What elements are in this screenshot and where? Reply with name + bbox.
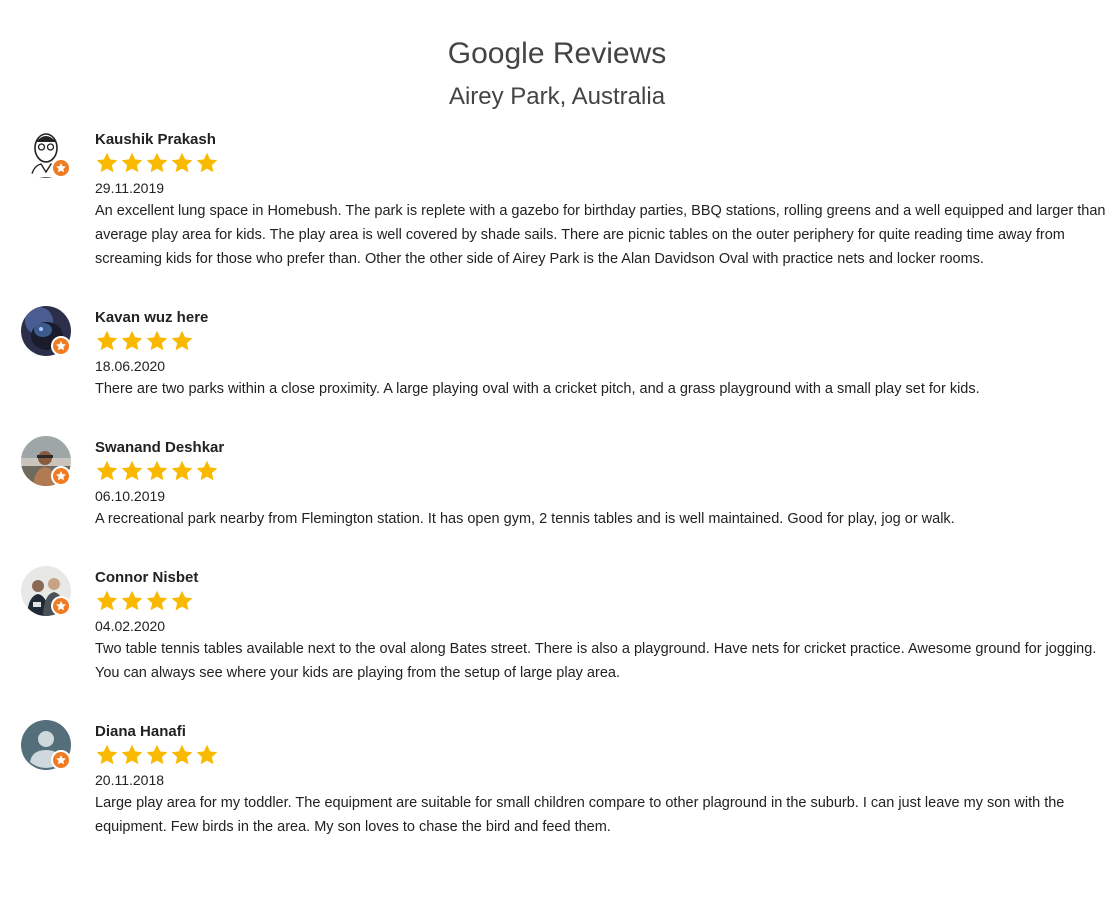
reviewer-avatar[interactable] [21,566,71,616]
reviewer-avatar[interactable] [21,306,71,356]
star-icon [170,589,194,613]
review-date: 20.11.2018 [95,772,165,788]
star-icon [145,329,169,353]
star-icon [195,459,219,483]
star-icon [120,743,144,767]
star-icon [145,151,169,175]
star-icon [145,459,169,483]
review-text: Two table tennis tables available next t… [95,641,1097,681]
review-date: 06.10.2019 [95,488,166,504]
star-icon [170,151,194,175]
review-text: An excellent lung space in Homebush. The… [95,203,1106,267]
star-icon [145,743,169,767]
page-subtitle: Airey Park, Australia [448,83,666,110]
page-title: Google Reviews [447,37,667,70]
reviewer-name[interactable]: Connor Nisbet [95,569,1106,587]
review-date: 04.02.2020 [95,618,166,634]
star-icon [95,151,119,175]
star-icon [120,589,144,613]
star-icon [95,589,119,613]
reviewer-avatar[interactable] [21,720,71,770]
review-date: 18.06.2020 [95,358,166,374]
star-icon [120,459,144,483]
review-text: Large play area for my toddler. The equi… [95,795,1065,835]
star-icon [145,589,169,613]
reviewer-name[interactable]: Kavan wuz here [95,309,1106,327]
reviewer-avatar[interactable] [21,436,71,486]
reviewer-badge-icon [51,750,71,770]
star-icon [95,743,119,767]
reviewer-badge-icon [51,336,71,356]
reviewer-name[interactable]: Swanand Deshkar [95,439,1106,457]
star-rating [95,743,1106,767]
review-date: 29.11.2019 [95,180,165,196]
star-rating [95,329,1106,353]
star-icon [120,329,144,353]
reviewer-badge-icon [51,466,71,486]
star-icon [170,329,194,353]
review-text: There are two parks within a close proxi… [95,381,980,397]
star-icon [95,329,119,353]
reviewer-name[interactable]: Kaushik Prakash [95,131,1106,149]
star-icon [95,459,119,483]
reviewer-badge-icon [51,596,71,616]
review-text: A recreational park nearby from Flemingt… [95,511,955,527]
star-rating [95,151,1106,175]
reviewer-badge-icon [51,158,71,178]
star-icon [170,743,194,767]
star-icon [170,459,194,483]
star-icon [195,151,219,175]
reviewer-name[interactable]: Diana Hanafi [95,723,1106,741]
star-rating [95,459,1106,483]
reviewer-avatar[interactable] [21,128,71,178]
star-rating [95,589,1106,613]
star-icon [120,151,144,175]
star-icon [195,743,219,767]
